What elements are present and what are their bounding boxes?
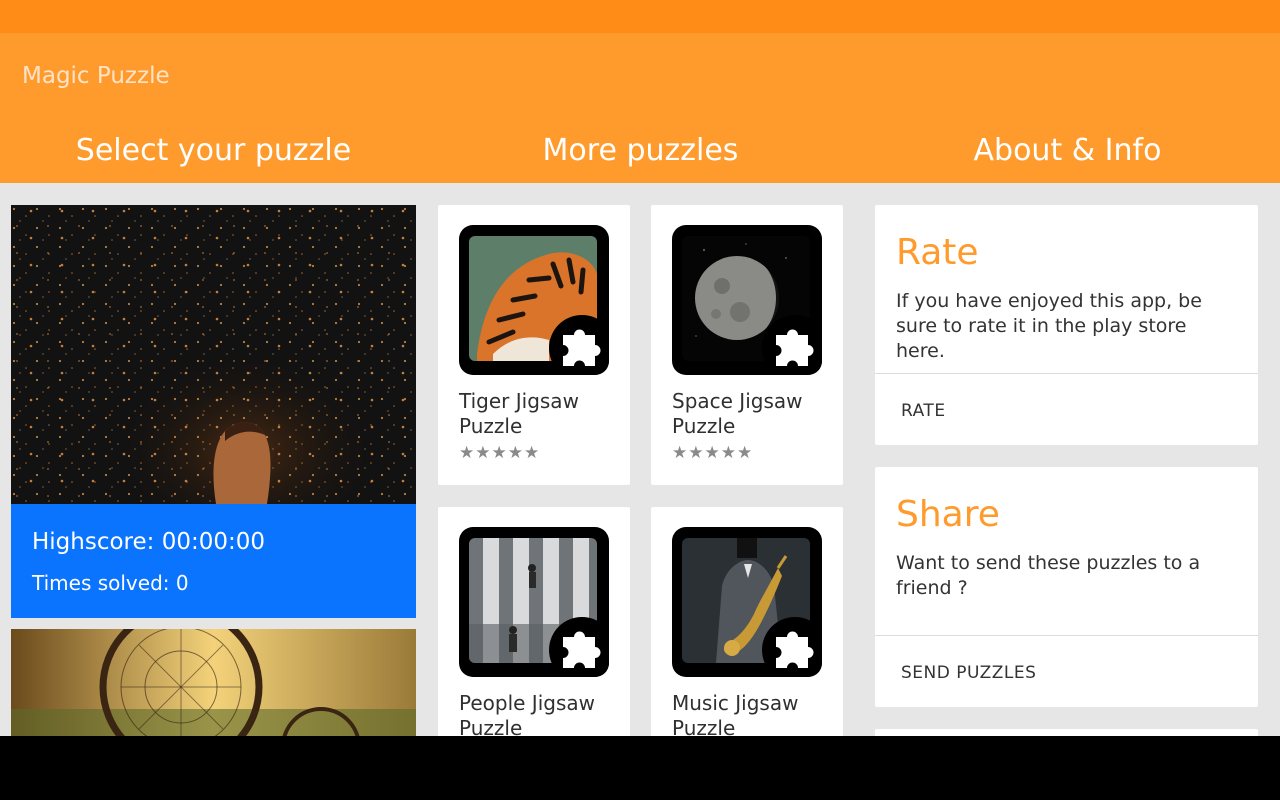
app-name: People Jigsaw Puzzle [459,691,595,736]
app-icon [672,225,822,375]
rating-stars: ★★★★★ [672,443,754,463]
puzzle-card[interactable]: Highscore: 00:00:00 Times solved: 0 [11,205,416,618]
app-card-space[interactable]: Space Jigsaw Puzzle ★★★★★ [651,205,843,485]
app-icon [459,527,609,677]
app-name: Space Jigsaw Puzzle [672,389,803,438]
navigation-bar [0,736,1280,800]
app-name: Tiger Jigsaw Puzzle [459,389,579,438]
share-card: Share Want to send these puzzles to a fr… [875,467,1258,707]
divider [875,635,1258,636]
puzzle-piece-icon [762,315,822,375]
app-card-music[interactable]: Music Jigsaw Puzzle [651,507,843,736]
share-title: Share [896,494,1000,535]
app-card-tiger[interactable]: Tiger Jigsaw Puzzle ★★★★★ [438,205,630,485]
puzzle-piece-icon [549,315,609,375]
app-card-people[interactable]: People Jigsaw Puzzle [438,507,630,736]
puzzle-card[interactable] [11,629,416,736]
app-name: Music Jigsaw Puzzle [672,691,799,736]
rate-description: If you have enjoyed this app, be sure to… [896,290,1202,362]
highscore-text: Highscore: 00:00:00 [32,529,266,555]
tab-about-info[interactable]: About & Info [854,133,1280,168]
divider [875,373,1258,374]
rate-title: Rate [896,232,979,273]
tab-content: Highscore: 00:00:00 Times solved: 0 Tige… [0,183,1280,736]
tab-more-puzzles[interactable]: More puzzles [427,133,854,168]
score-panel: Highscore: 00:00:00 Times solved: 0 [11,504,416,618]
info-card [875,729,1258,736]
app-bar: Magic Puzzle Select your puzzle More puz… [0,33,1280,183]
tab-select-puzzle[interactable]: Select your puzzle [0,133,427,168]
times-solved-text: Times solved: 0 [32,571,189,595]
puzzle-image [11,205,416,504]
app-title: Magic Puzzle [22,63,170,89]
puzzle-image [11,629,416,736]
rate-button[interactable]: RATE [901,401,946,421]
rate-card: Rate If you have enjoyed this app, be su… [875,205,1258,445]
status-bar [0,0,1280,33]
app-icon [459,225,609,375]
puzzle-piece-icon [762,617,822,677]
app-icon [672,527,822,677]
share-description: Want to send these puzzles to a friend ? [896,552,1201,599]
puzzle-piece-icon [549,617,609,677]
rating-stars: ★★★★★ [459,443,541,463]
send-puzzles-button[interactable]: SEND PUZZLES [901,663,1036,683]
